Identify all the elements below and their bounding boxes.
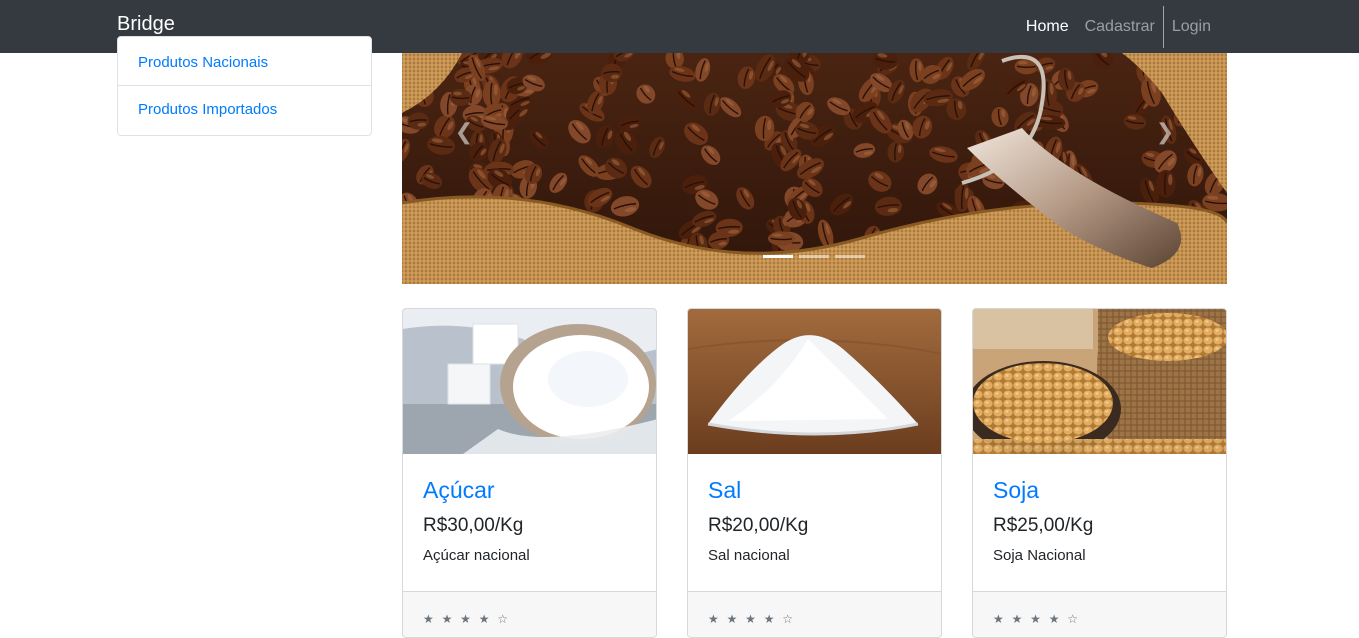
nav-home-link[interactable]: Home [1018, 0, 1077, 53]
product-title[interactable]: Sal [708, 478, 921, 502]
soy-image [973, 309, 1226, 454]
product-price: R$25,00/Kg [993, 515, 1094, 536]
hero-carousel: ❮ ❯ [402, 53, 1227, 284]
carousel-indicator-2[interactable] [799, 255, 829, 258]
sidebar-item-produtos-importados[interactable]: Produtos Importados [118, 86, 371, 135]
product-description: Sal nacional [708, 547, 790, 564]
product-price: R$30,00/Kg [423, 515, 524, 536]
category-sidebar: Produtos Nacionais Produtos Importados [117, 36, 372, 136]
rating-stars-icon: ★ ★ ★ ★ ☆ [708, 612, 796, 626]
card-footer: ★ ★ ★ ★ ☆ [403, 591, 656, 637]
rating-stars-icon: ★ ★ ★ ★ ☆ [423, 612, 511, 626]
product-card: Sal R$20,00/Kg Sal nacional ★ ★ ★ ★ ☆ [687, 308, 942, 638]
card-footer: ★ ★ ★ ★ ☆ [973, 591, 1226, 637]
brand-logo[interactable]: Bridge [117, 13, 175, 36]
sidebar-item-produtos-nacionais[interactable]: Produtos Nacionais [118, 37, 371, 86]
carousel-indicator-1[interactable] [763, 255, 793, 258]
product-title[interactable]: Soja [993, 478, 1206, 502]
rating-stars-icon: ★ ★ ★ ★ ☆ [993, 612, 1081, 626]
product-card: Açúcar R$30,00/Kg Açúcar nacional ★ ★ ★ … [402, 308, 657, 638]
product-title[interactable]: Açúcar [423, 478, 636, 502]
product-price: R$20,00/Kg [708, 515, 809, 536]
carousel-indicators [763, 255, 865, 258]
nav-links: Home Cadastrar Login [1018, 0, 1219, 53]
nav-login-link[interactable]: Login [1164, 0, 1219, 53]
carousel-prev-icon[interactable]: ❮ [449, 113, 479, 153]
product-description: Soja Nacional [993, 547, 1086, 564]
product-card: Soja R$25,00/Kg Soja Nacional ★ ★ ★ ★ ☆ [972, 308, 1227, 638]
coffee-beans-image [402, 53, 1227, 284]
carousel-indicator-3[interactable] [835, 255, 865, 258]
card-footer: ★ ★ ★ ★ ☆ [688, 591, 941, 637]
sugar-image [403, 309, 656, 454]
salt-image [688, 309, 941, 454]
nav-cadastrar-link[interactable]: Cadastrar [1077, 0, 1163, 53]
carousel-next-icon[interactable]: ❯ [1150, 113, 1180, 153]
product-description: Açúcar nacional [423, 547, 530, 564]
